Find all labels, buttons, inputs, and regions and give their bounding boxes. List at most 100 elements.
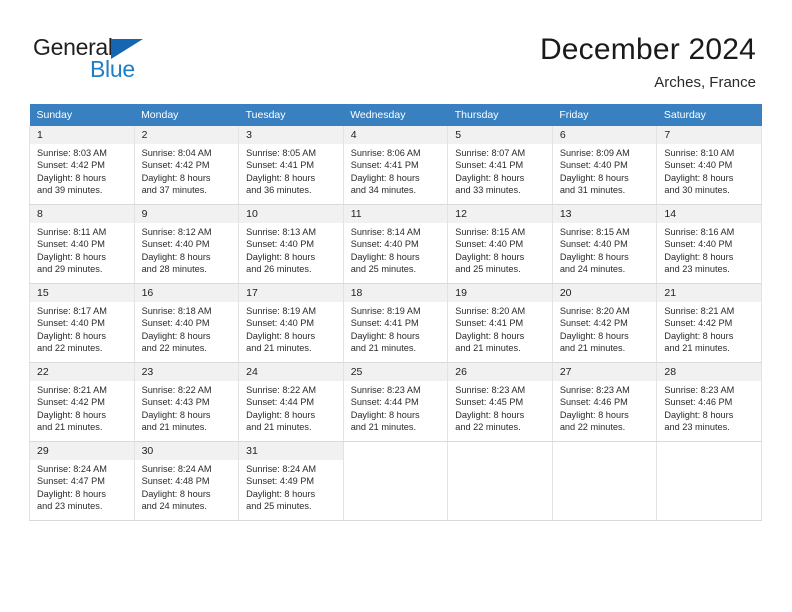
daylight-text-line1: Daylight: 8 hours [350,330,420,341]
day-cell[interactable]: 28 Sunrise: 8:23 AM Sunset: 4:46 PM Dayligh… [656,362,762,442]
day-cell[interactable]: 1 Sunrise: 8:03 AM Sunset: 4:42 PM Daylight… [29,126,135,205]
sunrise-text: Sunrise: 8:03 AM [37,148,107,158]
day-number: 14 [657,205,761,223]
day-number: 4 [343,126,448,144]
day-details: Sunrise: 8:15 AM Sunset: 4:40 PM Daylight:… [448,223,552,276]
sunrise-text: Sunrise: 8:21 AM [37,385,107,395]
daylight-text-line1: Daylight: 8 hours [455,409,525,420]
sunrise-text: Sunrise: 8:13 AM [246,227,317,237]
day-number: 16 [134,284,239,302]
daylight-text-line2: and 21 minutes. [350,422,417,433]
day-cell[interactable]: 16 Sunrise: 8:18 AM Sunset: 4:40 PM Dayligh… [133,283,240,363]
sunrise-text: Sunrise: 8:06 AM [350,148,421,158]
daylight-text-line1: Daylight: 8 hours [246,172,316,183]
daylight-text-line2: and 21 minutes. [664,343,730,354]
day-cell[interactable]: 4 Sunrise: 8:06 AM Sunset: 4:41 PM Daylight… [342,126,449,205]
daylight-text-line2: and 37 minutes. [141,185,207,196]
day-cell[interactable]: 17 Sunrise: 8:19 AM Sunset: 4:40 PM Dayligh… [238,283,344,363]
day-details: Sunrise: 8:13 AM Sunset: 4:40 PM Daylight:… [239,223,343,276]
day-cell[interactable]: 3 Sunrise: 8:05 AM Sunset: 4:41 PM Daylight… [238,126,344,205]
day-number: 2 [134,126,239,144]
day-cell[interactable]: 29 Sunrise: 8:24 AM Sunset: 4:47 PM Dayligh… [29,441,135,521]
daylight-text-line1: Daylight: 8 hours [559,409,629,420]
day-details: Sunrise: 8:19 AM Sunset: 4:40 PM Daylight:… [239,302,343,355]
daylight-text-line2: and 21 minutes. [246,422,312,433]
day-number [657,442,761,460]
sunrise-text: Sunrise: 8:15 AM [559,227,630,237]
daylight-text-line2: and 23 minutes. [664,422,730,433]
daylight-text-line2: and 21 minutes. [455,343,521,354]
day-cell[interactable]: 20 Sunrise: 8:20 AM Sunset: 4:42 PM Dayligh… [551,283,658,363]
sunset-text: Sunset: 4:40 PM [664,239,733,250]
sunrise-text: Sunrise: 8:14 AM [350,227,421,237]
day-details: Sunrise: 8:19 AM Sunset: 4:41 PM Daylight:… [344,302,448,355]
day-cell[interactable]: 21 Sunrise: 8:21 AM Sunset: 4:42 PM Dayligh… [656,283,762,363]
day-details: Sunrise: 8:09 AM Sunset: 4:40 PM Daylight:… [553,144,657,197]
sunset-text: Sunset: 4:40 PM [559,160,628,171]
sunrise-text: Sunrise: 8:24 AM [37,464,107,474]
sunrise-text: Sunrise: 8:10 AM [664,148,735,158]
daylight-text-line1: Daylight: 8 hours [246,409,316,420]
day-cell[interactable]: 30 Sunrise: 8:24 AM Sunset: 4:48 PM Dayligh… [133,441,240,521]
day-cell[interactable]: 11 Sunrise: 8:14 AM Sunset: 4:40 PM Dayligh… [342,204,449,284]
general-blue-logo[interactable]: General Blue [33,34,203,86]
sunrise-text: Sunrise: 8:23 AM [455,385,526,395]
day-cell[interactable]: 18 Sunrise: 8:19 AM Sunset: 4:41 PM Dayligh… [342,283,449,363]
sunrise-text: Sunrise: 8:24 AM [246,464,317,474]
day-cell[interactable]: 31 Sunrise: 8:24 AM Sunset: 4:49 PM Dayligh… [238,441,344,521]
day-cell[interactable]: 23 Sunrise: 8:22 AM Sunset: 4:43 PM Dayligh… [133,362,240,442]
sunrise-text: Sunrise: 8:20 AM [559,306,630,316]
day-cell[interactable]: 22 Sunrise: 8:21 AM Sunset: 4:42 PM Dayligh… [29,362,135,442]
daylight-text-line1: Daylight: 8 hours [37,172,106,183]
day-cell[interactable]: 7 Sunrise: 8:10 AM Sunset: 4:40 PM Daylight… [656,126,762,205]
sunset-text: Sunset: 4:42 PM [664,318,733,329]
logo-text-blue: Blue [90,56,135,82]
calendar-grid: Sunday Monday Tuesday Wednesday Thursday… [29,104,762,521]
day-number: 21 [657,284,761,302]
day-cell[interactable]: 25 Sunrise: 8:23 AM Sunset: 4:44 PM Dayligh… [342,362,449,442]
day-cell[interactable]: 6 Sunrise: 8:09 AM Sunset: 4:40 PM Daylight… [551,126,658,205]
day-cell[interactable]: 9 Sunrise: 8:12 AM Sunset: 4:40 PM Daylight… [133,204,240,284]
day-cell[interactable]: 24 Sunrise: 8:22 AM Sunset: 4:44 PM Dayligh… [238,362,344,442]
sunset-text: Sunset: 4:42 PM [37,397,105,408]
sunrise-text: Sunrise: 8:22 AM [141,385,212,395]
day-cell[interactable]: 2 Sunrise: 8:04 AM Sunset: 4:42 PM Daylight… [133,126,240,205]
day-cell[interactable]: 19 Sunrise: 8:20 AM Sunset: 4:41 PM Dayligh… [447,283,553,363]
day-cell[interactable]: 13 Sunrise: 8:15 AM Sunset: 4:40 PM Dayligh… [551,204,658,284]
calendar-week-row: 29 Sunrise: 8:24 AM Sunset: 4:47 PM Dayligh… [29,441,762,521]
day-cell[interactable]: 27 Sunrise: 8:23 AM Sunset: 4:46 PM Dayligh… [551,362,658,442]
sunset-text: Sunset: 4:40 PM [141,318,210,329]
day-cell[interactable]: 8 Sunrise: 8:11 AM Sunset: 4:40 PM Daylight… [29,204,135,284]
sunset-text: Sunset: 4:42 PM [141,160,210,171]
day-cell[interactable]: 5 Sunrise: 8:07 AM Sunset: 4:41 PM Daylight… [447,126,553,205]
sunrise-text: Sunrise: 8:09 AM [559,148,630,158]
sunrise-text: Sunrise: 8:12 AM [141,227,212,237]
page-header: General Blue December 2024 Arches, Franc… [0,0,792,104]
day-details: Sunrise: 8:14 AM Sunset: 4:40 PM Daylight:… [344,223,448,276]
day-number: 17 [239,284,343,302]
sunrise-text: Sunrise: 8:23 AM [559,385,630,395]
daylight-text-line2: and 22 minutes. [37,343,103,354]
day-number [344,442,448,460]
day-number: 18 [343,284,448,302]
sunrise-text: Sunrise: 8:17 AM [37,306,107,316]
day-number: 26 [448,363,552,381]
day-cell[interactable]: 15 Sunrise: 8:17 AM Sunset: 4:40 PM Dayligh… [29,283,135,363]
day-number: 11 [343,205,448,223]
sunrise-text: Sunrise: 8:15 AM [455,227,526,237]
day-cell[interactable]: 10 Sunrise: 8:13 AM Sunset: 4:40 PM Dayligh… [238,204,344,284]
day-number: 28 [657,363,761,381]
weekday-header-wednesday: Wednesday [343,104,448,126]
day-cell[interactable]: 12 Sunrise: 8:15 AM Sunset: 4:40 PM Dayligh… [447,204,553,284]
daylight-text-line2: and 29 minutes. [37,264,103,275]
sunset-text: Sunset: 4:45 PM [455,397,524,408]
day-cell[interactable]: 14 Sunrise: 8:16 AM Sunset: 4:40 PM Dayligh… [656,204,762,284]
daylight-text-line2: and 23 minutes. [37,501,103,512]
day-details: Sunrise: 8:11 AM Sunset: 4:40 PM Daylight:… [30,223,134,276]
day-cell[interactable]: 26 Sunrise: 8:23 AM Sunset: 4:45 PM Dayligh… [447,362,553,442]
weekday-header-row: Sunday Monday Tuesday Wednesday Thursday… [29,104,762,126]
day-cell-empty [551,441,658,521]
sunrise-text: Sunrise: 8:23 AM [350,385,421,395]
sunset-text: Sunset: 4:46 PM [664,397,733,408]
day-number: 27 [552,363,657,381]
